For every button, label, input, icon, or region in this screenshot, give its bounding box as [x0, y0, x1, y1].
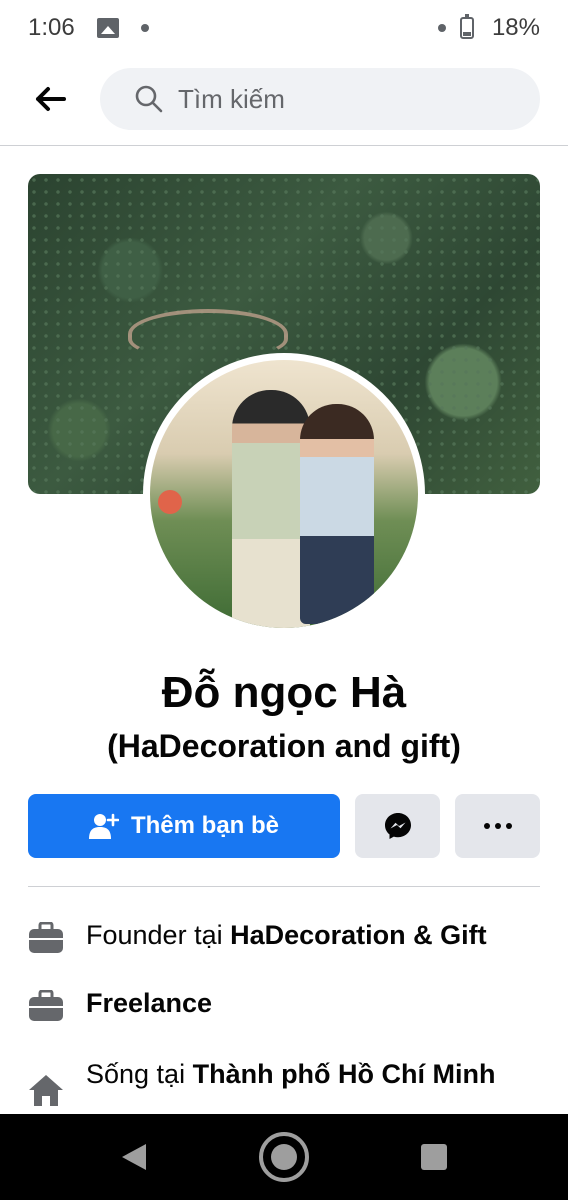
profile-subname: (HaDecoration and gift) — [107, 728, 461, 764]
info-text: Founder tại HaDecoration & Gift — [86, 920, 487, 951]
info-value-location[interactable]: Thành phố Hồ Chí Minh — [193, 1059, 496, 1089]
system-navigation-bar — [0, 1114, 568, 1200]
nav-recents-icon[interactable] — [420, 1143, 448, 1171]
status-dot-icon — [437, 24, 446, 32]
avatar-person-left — [232, 390, 310, 628]
search-placeholder: Tìm kiếm — [178, 83, 285, 114]
briefcase-icon — [28, 988, 64, 1024]
nav-back-icon[interactable] — [120, 1142, 148, 1172]
more-dot-icon — [505, 823, 512, 829]
more-dot-icon — [483, 823, 490, 829]
profile-picture[interactable] — [150, 360, 418, 628]
info-value-workplace[interactable]: HaDecoration & Gift — [230, 920, 487, 950]
home-icon — [28, 1072, 64, 1108]
add-friend-icon — [88, 813, 119, 839]
profile-name: Đỗ ngọc Hà — [161, 668, 407, 717]
header-divider — [0, 145, 568, 146]
actions-divider — [28, 886, 540, 887]
info-row-work: Founder tại HaDecoration & Gift — [28, 920, 540, 956]
cover-ornament — [128, 309, 288, 359]
briefcase-icon — [28, 920, 64, 956]
info-row-location: Sống tại Thành phố Hồ Chí Minh — [28, 1058, 540, 1108]
notification-dot-icon — [140, 24, 149, 32]
info-prefix: Founder tại — [86, 920, 231, 950]
gallery-notification-icon — [96, 18, 119, 38]
info-value-freelance[interactable]: Freelance — [86, 988, 212, 1018]
add-friend-label: Thêm bạn bè — [130, 812, 280, 839]
info-text: Freelance — [86, 988, 212, 1019]
info-prefix: Sống tại — [86, 1059, 193, 1089]
messenger-button[interactable] — [355, 794, 440, 858]
messenger-icon — [384, 813, 411, 839]
more-dot-icon — [494, 823, 501, 829]
search-icon — [135, 85, 163, 113]
back-button[interactable] — [20, 69, 80, 129]
battery-percent: 18% — [491, 14, 540, 41]
battery-charging-icon — [459, 14, 474, 39]
status-time: 1:06 — [28, 14, 75, 41]
more-options-button[interactable] — [455, 794, 540, 858]
status-bar: 1:06 18% — [0, 0, 568, 56]
info-text: Sống tại Thành phố Hồ Chí Minh — [86, 1058, 496, 1090]
nav-home-icon[interactable] — [258, 1131, 310, 1183]
add-friend-button[interactable]: Thêm bạn bè — [28, 794, 340, 858]
avatar-flower — [158, 490, 182, 514]
info-row-work: Freelance — [28, 988, 540, 1024]
avatar-person-right — [300, 404, 374, 624]
search-input[interactable]: Tìm kiếm — [100, 68, 540, 130]
arrow-left-icon — [36, 87, 66, 111]
header: Tìm kiếm — [0, 66, 568, 132]
